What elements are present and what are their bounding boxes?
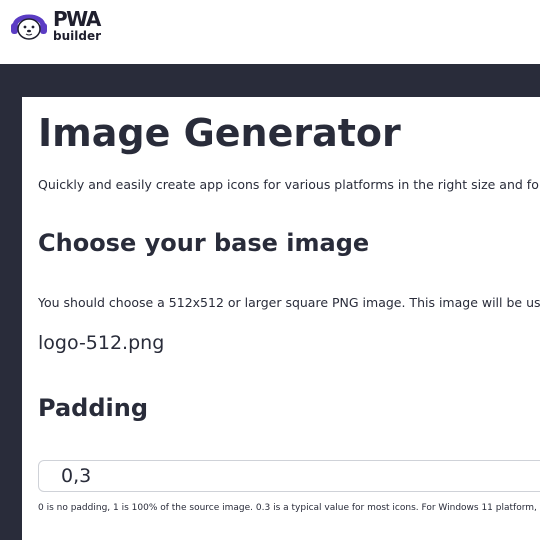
- padding-heading: Padding: [38, 394, 148, 422]
- logo-title: PWA: [53, 6, 101, 31]
- logo-wordmark: PWA builder: [53, 9, 101, 42]
- intro-text: Quickly and easily create app icons for …: [38, 177, 540, 192]
- selected-file-name: logo-512.png: [38, 332, 165, 354]
- image-generator-panel: Image Generator Quickly and easily creat…: [22, 97, 540, 540]
- top-header: PWA builder: [0, 0, 540, 64]
- padding-help-text: 0 is no padding, 1 is 100% of the source…: [38, 503, 540, 513]
- page-title: Image Generator: [38, 111, 401, 155]
- logo-subtitle: builder: [53, 28, 102, 43]
- base-image-description: You should choose a 512x512 or larger sq…: [38, 295, 540, 310]
- padding-input[interactable]: [38, 460, 540, 492]
- otter-logo-icon: [11, 14, 47, 40]
- pwabuilder-logo[interactable]: PWA builder: [9, 6, 109, 44]
- base-image-heading: Choose your base image: [38, 229, 370, 257]
